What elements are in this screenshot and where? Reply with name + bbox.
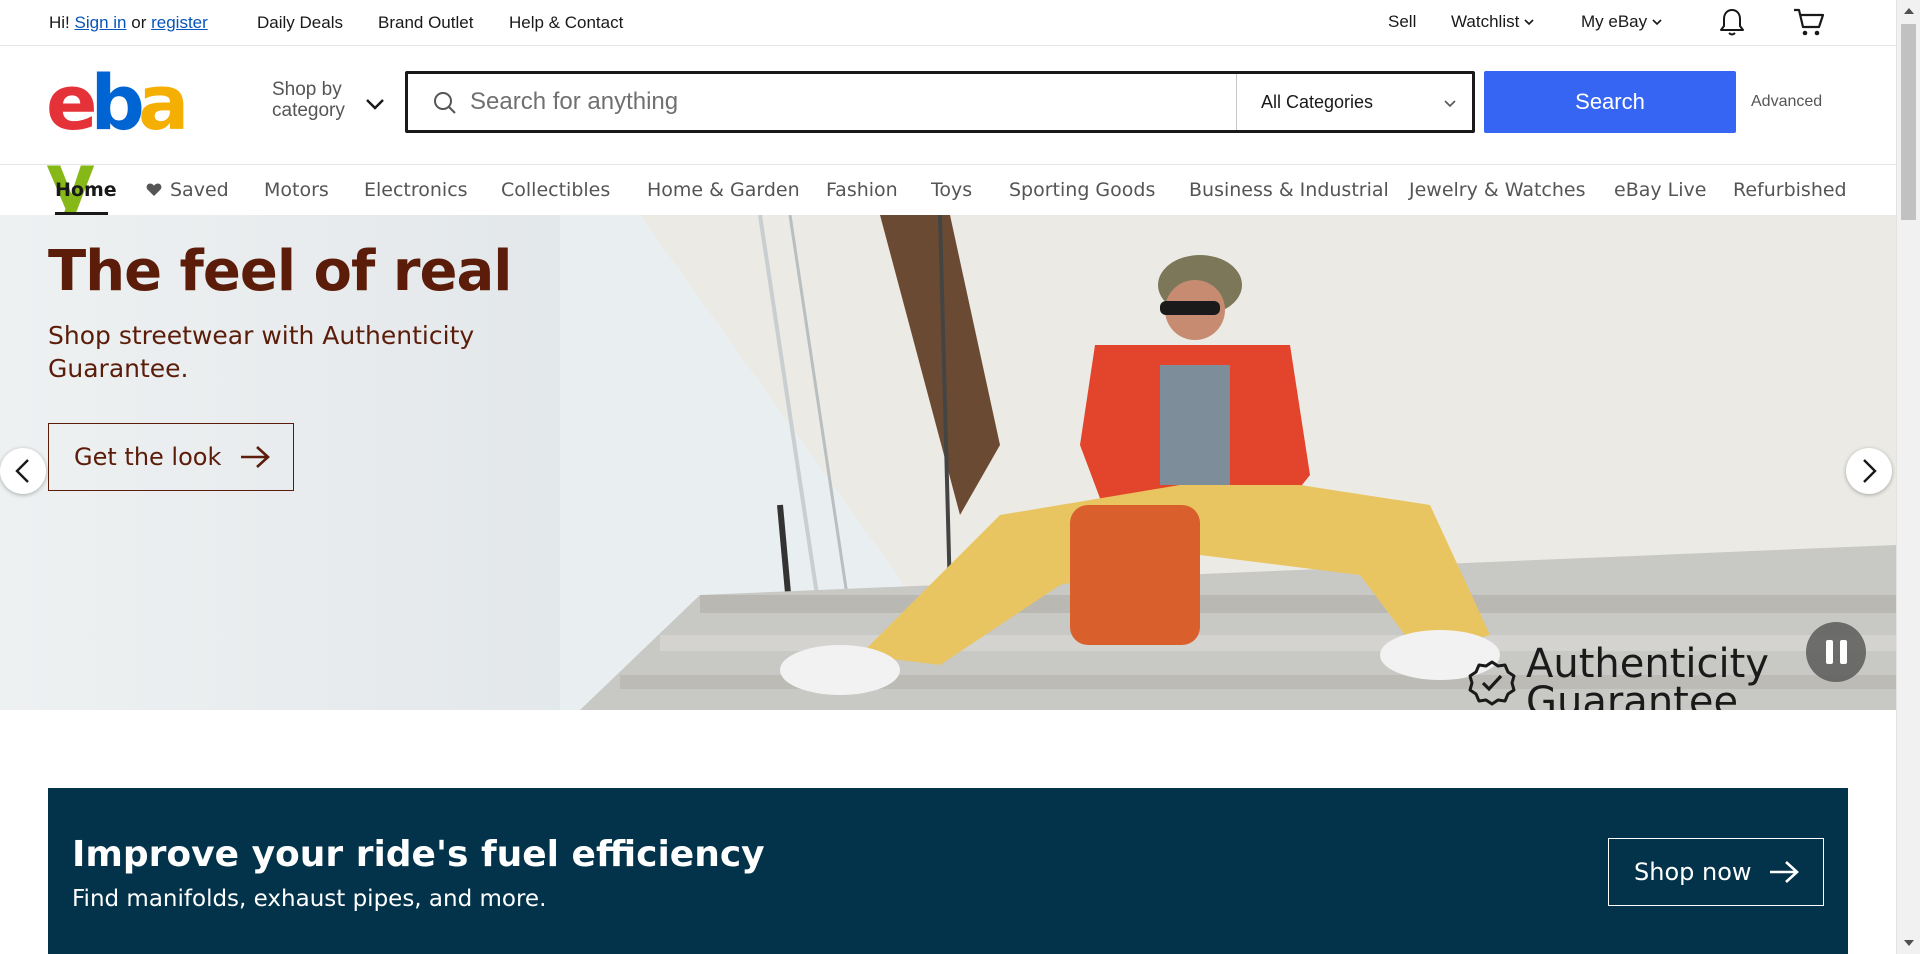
nav-item-jewelry-watches[interactable]: Jewelry & Watches [1409,179,1586,201]
my-ebay-dropdown[interactable]: My eBay [1581,12,1663,32]
badge-line2: Guarantee [1526,679,1739,710]
nav-item-motors[interactable]: Motors [264,179,329,201]
shop-now-label: Shop now [1634,858,1752,886]
logo-letter-b: b [90,58,145,147]
nav-item-sporting-goods[interactable]: Sporting Goods [1009,179,1155,201]
nav-item-collectibles[interactable]: Collectibles [501,179,610,201]
category-select[interactable]: All Categories [1236,74,1472,130]
hero-subtitle: Shop streetwear with Authenticity Guaran… [48,321,475,383]
advanced-search-link[interactable]: Advanced [1751,93,1822,111]
page-scrollbar[interactable] [1896,0,1920,954]
sign-in-link[interactable]: Sign in [75,13,127,33]
main-header: ebay Shop by category All Categories Sea… [0,46,1896,220]
carousel-next-button[interactable] [1846,448,1892,494]
shop-by-category-button[interactable]: Shop by category [272,79,345,121]
ebay-logo[interactable]: ebay [46,58,224,220]
nav-item-home-garden[interactable]: Home & Garden [647,179,800,201]
nav-item-home[interactable]: Home [55,179,117,201]
search-input[interactable] [470,82,1210,122]
daily-deals-link[interactable]: Daily Deals [257,13,343,33]
nav-item-fashion[interactable]: Fashion [826,179,898,201]
pause-button[interactable] [1806,622,1866,682]
search-button[interactable]: Search [1484,71,1736,133]
brand-outlet-link[interactable]: Brand Outlet [378,13,473,33]
search-icon [434,92,456,114]
nav-item-ebay-live[interactable]: eBay Live [1614,179,1706,201]
chevron-down-icon [1524,19,1534,26]
promo-title: Improve your ride's fuel efficiency [72,834,765,875]
badge-line1: Authenticity [1526,641,1769,687]
or-text: or [131,13,147,32]
pause-bar-right [1839,640,1847,664]
watchlist-dropdown[interactable]: Watchlist [1451,12,1535,32]
shop-by-line1: Shop by [272,79,342,100]
chevron-down-icon [1652,19,1662,26]
heart-icon [146,183,162,196]
chevron-left-icon [15,459,29,483]
scrollbar-thumb[interactable] [1901,24,1916,220]
greeting-text: Hi! [49,13,70,32]
category-selected-label: All Categories [1261,92,1374,112]
search-box: All Categories [405,71,1475,133]
nav-item-toys[interactable]: Toys [931,179,972,201]
my-ebay-label: My eBay [1581,12,1648,31]
help-contact-link[interactable]: Help & Contact [509,13,623,33]
chevron-down-icon[interactable] [364,93,386,115]
nav-item-business-industrial[interactable]: Business & Industrial [1189,179,1389,201]
authenticity-guarantee-badge: Authenticity Guarantee [1468,641,1769,710]
scroll-down-arrow[interactable] [1904,940,1914,946]
greeting-area: Hi! Sign in or register [49,13,208,33]
top-utility-bar: Hi! Sign in or register Daily Deals Bran… [0,0,1896,46]
sell-label: Sell [1388,12,1417,31]
promo-subtitle: Find manifolds, exhaust pipes, and more. [72,886,547,912]
scroll-up-arrow[interactable] [1904,8,1914,14]
logo-letter-a: a [137,58,189,147]
bell-icon[interactable] [1716,6,1748,38]
nav-item-saved[interactable]: Saved [146,179,229,201]
watchlist-label: Watchlist [1451,12,1520,31]
hero-title: The feel of real [48,239,512,304]
get-the-look-button[interactable]: Get the look [48,423,294,491]
hero-banner[interactable]: The feel of real Shop streetwear with Au… [0,215,1896,710]
register-link[interactable]: register [151,13,208,33]
check-badge-icon [1468,660,1516,706]
carousel-prev-button[interactable] [0,448,46,494]
nav-item-electronics[interactable]: Electronics [364,179,468,201]
chevron-down-icon [1444,100,1456,108]
arrow-right-icon [1769,861,1799,883]
logo-letter-e: e [46,58,97,147]
pause-bar-left [1825,640,1833,664]
get-the-look-label: Get the look [74,443,222,471]
shop-by-line2: category [272,100,345,121]
nav-item-refurbished[interactable]: Refurbished [1733,179,1847,201]
sell-link[interactable]: Sell [1388,12,1416,32]
shop-now-button[interactable]: Shop now [1608,838,1824,906]
cart-icon[interactable] [1792,5,1826,39]
chevron-right-icon [1863,459,1877,483]
promo-banner[interactable]: Improve your ride's fuel efficiency Find… [48,788,1848,954]
arrow-right-icon [241,446,271,468]
nav-item-saved-label: Saved [170,179,229,201]
category-nav: Home Saved Motors Electronics Collectibl… [0,164,1896,215]
